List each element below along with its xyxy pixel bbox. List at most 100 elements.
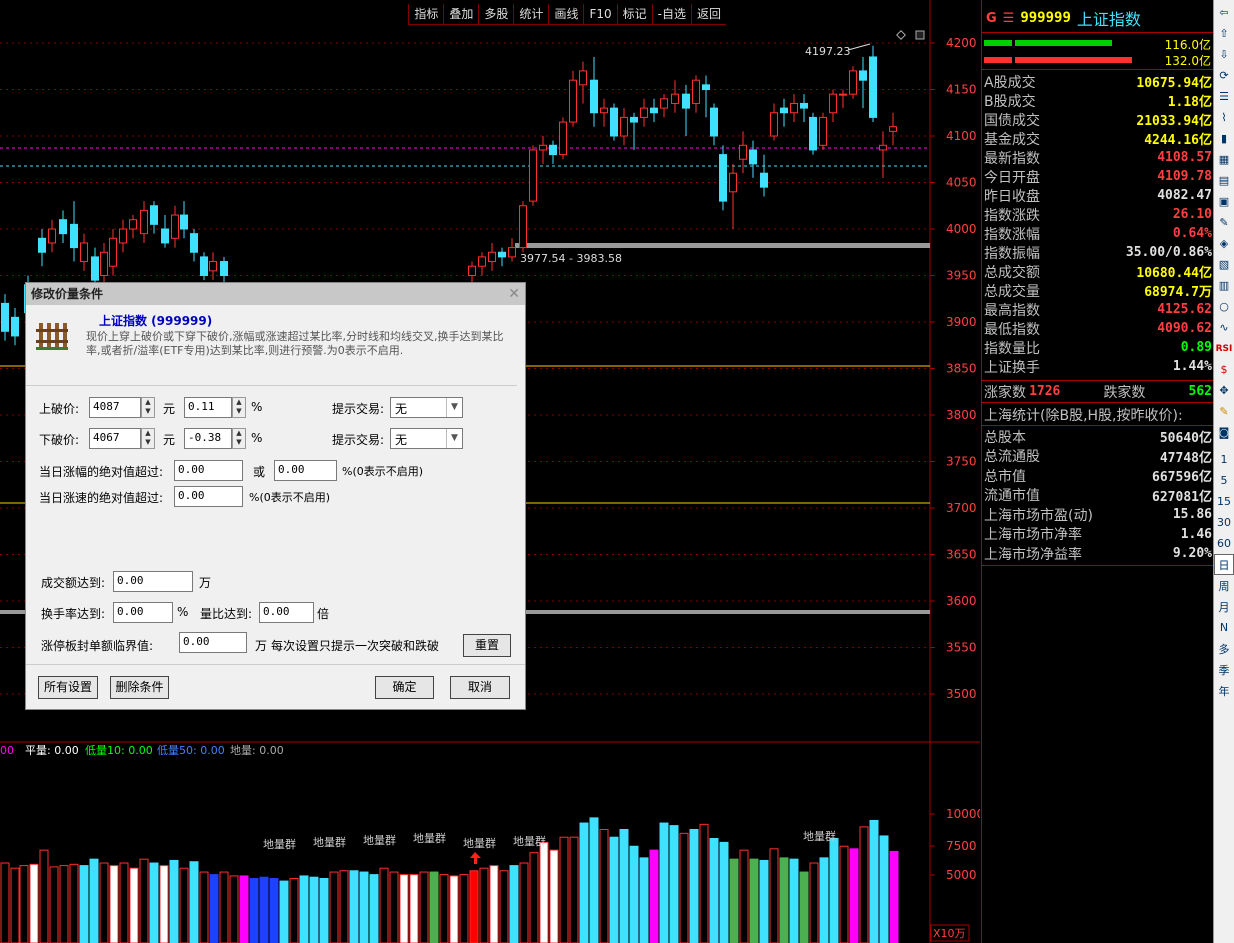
rise-input[interactable]: 0.00 [174,460,243,481]
volume-bar [569,836,579,943]
period-n[interactable]: N [1214,617,1234,638]
circle-icon[interactable]: ○ [1214,296,1234,317]
menu-icon[interactable]: ☰ [1003,11,1015,26]
upper-price-stepper[interactable]: ▲ ▼ [141,397,155,418]
period-month[interactable]: 月 [1214,596,1234,617]
speed-input[interactable]: 0.00 [174,486,243,507]
amount-input[interactable]: 0.00 [113,571,193,592]
period-quarter[interactable]: 季 [1214,659,1234,680]
volume-bar [689,828,699,943]
stats-title-row: 上海统计(除B股,H股,按昨收价): [984,405,1212,424]
quote-row: 指数量比 0.89 [984,338,1212,357]
toolbar-remove-favorite[interactable]: -自选 [651,4,691,25]
period-day[interactable]: 日 [1214,554,1234,575]
money-icon[interactable]: $ [1214,359,1234,380]
sell-strength-value: 132.0亿 [1164,54,1211,68]
reset-button[interactable]: 重置 [463,634,511,657]
window-button [915,30,925,40]
f10-icon[interactable]: ▣ [1214,191,1234,212]
period-year[interactable]: 年 [1214,680,1234,701]
down-arrow-icon[interactable]: ⇩ [1214,44,1234,65]
period-1[interactable]: 1 [1214,449,1234,470]
candle-body [109,237,117,267]
dialog-titlebar[interactable]: 修改价量条件 ✕ [26,283,525,305]
minute-chart-icon[interactable]: ⌇ [1214,107,1234,128]
volume-bar [319,878,329,943]
up-arrow-icon[interactable]: ⇧ [1214,23,1234,44]
move-icon[interactable]: ✥ [1214,380,1234,401]
candle-body [600,107,608,114]
price-tick-label: 4150 [946,83,977,97]
toolbar-statistics[interactable]: 统计 [513,4,549,25]
upper-pct-input[interactable]: 0.11 [184,397,232,418]
candle-body [739,144,747,160]
volume-bar [229,875,239,943]
period-60[interactable]: 60 [1214,533,1234,554]
candle-body [70,223,78,249]
stats-label: 总市值 [984,468,1026,485]
refresh-icon[interactable]: ⟳ [1214,65,1234,86]
volume-bar [19,865,29,943]
volume-bar [399,874,409,943]
cancel-button[interactable]: 取消 [450,676,510,699]
note-icon[interactable]: ✎ [1214,212,1234,233]
rsi-icon[interactable]: RSI [1214,338,1234,359]
rise-input-2[interactable]: 0.00 [274,460,337,481]
candle-body [468,265,476,277]
limit-input[interactable]: 0.00 [179,632,247,653]
toolbar-indicator[interactable]: 指标 [408,4,444,25]
volume-bar [629,845,639,943]
quote-row: 昨日收盘 4082.47 [984,186,1212,205]
volume-bar [889,850,899,943]
period-30[interactable]: 30 [1214,512,1234,533]
lower-pct-stepper[interactable]: ▲ ▼ [232,428,246,449]
toolbar-mark[interactable]: 标记 [616,4,652,25]
upper-pct-stepper[interactable]: ▲ ▼ [232,397,246,418]
index-icon[interactable]: ▥ [1214,275,1234,296]
detail-icon[interactable]: ▤ [1214,170,1234,191]
period-week[interactable]: 周 [1214,575,1234,596]
candle-body [180,214,188,230]
back-arrow-icon[interactable]: ⇦ [1214,2,1234,23]
toolbar-f10[interactable]: F10 [583,4,617,25]
pencil-icon[interactable]: ✎ [1214,401,1234,422]
lower-price-stepper[interactable]: ▲ ▼ [141,428,155,449]
price-tick-label: 3800 [946,408,977,422]
lower-trade-select[interactable]: 无 ▼ [390,428,463,449]
all-settings-button[interactable]: 所有设置 [38,676,98,699]
upper-trade-select[interactable]: 无 ▼ [390,397,463,418]
fiz-icon[interactable]: ▧ [1214,254,1234,275]
volume-bar [389,871,399,943]
quote-value: 35.00/0.86% [1125,245,1212,260]
toolbar-multi-stock[interactable]: 多股 [478,4,514,25]
cluster-label: 地量群 [313,835,346,849]
list-icon[interactable]: ☰ [1214,86,1234,107]
cluster-label: 地量群 [803,829,836,843]
volume-bar [509,865,519,943]
lower-price-input[interactable]: 4067 [89,428,141,449]
delete-condition-button[interactable]: 删除条件 [110,676,169,699]
upper-price-input[interactable]: 4087 [89,397,141,418]
lower-pct-input[interactable]: -0.38 [184,428,232,449]
close-icon[interactable]: ✕ [508,283,520,305]
volume-bar [439,874,449,943]
volume-bar [809,862,819,943]
turnover-input[interactable]: 0.00 [113,602,173,623]
volume-bar [829,838,839,943]
toolbar-overlay[interactable]: 叠加 [443,4,479,25]
toolbar-draw-line[interactable]: 画线 [548,4,584,25]
volume-bar [179,867,189,943]
period-15[interactable]: 15 [1214,491,1234,512]
kline-icon[interactable]: ▮ [1214,128,1234,149]
camera-icon[interactable]: ◙ [1214,422,1234,443]
period-5[interactable]: 5 [1214,470,1234,491]
period-multi[interactable]: 多 [1214,638,1234,659]
wave-icon[interactable]: ∿ [1214,317,1234,338]
grid-icon[interactable]: ▦ [1214,149,1234,170]
up-arrow-marker [470,852,481,864]
ok-button[interactable]: 确定 [375,676,434,699]
self-select-icon[interactable]: ◈ [1214,233,1234,254]
quote-value: 4108.57 [1157,150,1212,165]
volume-ratio-input[interactable]: 0.00 [259,602,314,623]
toolbar-back[interactable]: 返回 [690,4,726,25]
